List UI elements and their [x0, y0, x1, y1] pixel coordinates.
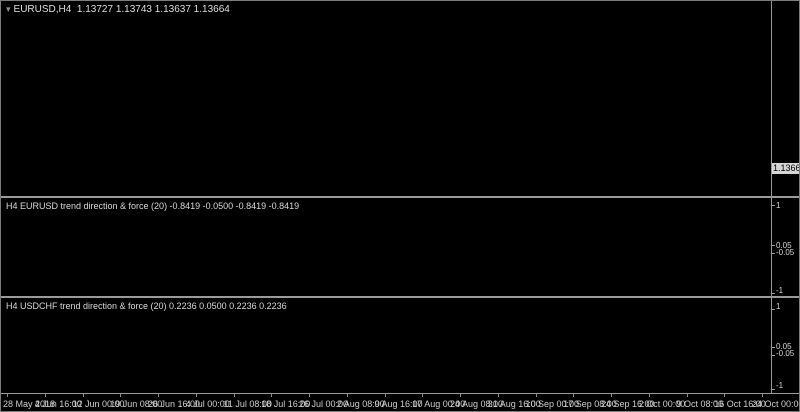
- chart-title-ohlc: 1.13727 1.13743 1.13637 1.13664: [76, 4, 230, 15]
- tick-mark: [497, 394, 499, 397]
- tick-mark: [762, 394, 763, 397]
- tick-mark: [271, 394, 273, 397]
- tick-mark: [771, 245, 775, 246]
- indicator-title-usdchf: H4 USDCHF trend direction & force (20) 0…: [6, 301, 287, 311]
- indicator-pane-usdchf-tdf[interactable]: [1, 298, 771, 393]
- tick-mark: [384, 394, 386, 397]
- tick-mark: [724, 394, 726, 397]
- tick-mark: [233, 394, 235, 397]
- tick-mark: [535, 394, 537, 397]
- tick-mark: [422, 394, 424, 397]
- indicator-scale-label: 1: [776, 201, 781, 210]
- indicator-scale-label: -1: [776, 286, 784, 295]
- tick-mark: [309, 394, 310, 397]
- time-axis-label: 24 Oct 00:00: [752, 399, 800, 409]
- tick-mark: [44, 394, 46, 397]
- indicator-canvas-eurusd[interactable]: [1, 198, 771, 296]
- chart-title: ▾ EURUSD,H4 1.13727 1.13743 1.13637 1.136…: [6, 4, 230, 15]
- symbol-marker-icon: ▾: [6, 4, 11, 14]
- chart-title-symbol: EURUSD,H4: [13, 4, 72, 15]
- pane-splitter[interactable]: [1, 196, 799, 198]
- tick-mark: [648, 394, 650, 397]
- indicator-scale-label: -0.05: [776, 349, 795, 358]
- indicator-scale-label: -0.05: [776, 248, 795, 257]
- tick-mark: [120, 394, 122, 397]
- indicator-scale-label: -1: [776, 381, 784, 390]
- tick-mark: [158, 394, 159, 397]
- tick-mark: [686, 394, 688, 397]
- tick-mark: [771, 293, 775, 294]
- price-scale-border: [771, 1, 772, 394]
- tick-mark: [7, 394, 8, 397]
- tick-mark: [611, 394, 612, 397]
- tick-mark: [771, 205, 775, 206]
- indicator-pane-eurusd-tdf[interactable]: [1, 198, 771, 296]
- chart-window: ▾ EURUSD,H4 1.13727 1.13743 1.13637 1.136…: [0, 0, 800, 412]
- tick-mark: [460, 394, 461, 397]
- indicator-title-eurusd: H4 EURUSD trend direction & force (20) -…: [6, 201, 300, 211]
- tick-mark: [195, 394, 197, 397]
- current-price-box: 1.13664: [772, 163, 799, 174]
- tick-mark: [771, 355, 775, 356]
- main-chart-pane[interactable]: [1, 1, 771, 196]
- tick-mark: [771, 389, 775, 390]
- main-chart-canvas[interactable]: [1, 1, 771, 196]
- tick-mark: [771, 253, 775, 254]
- indicator-scale-label: 1: [776, 302, 781, 311]
- tick-mark: [82, 394, 84, 397]
- tick-mark: [771, 347, 775, 348]
- pane-splitter[interactable]: [1, 296, 799, 298]
- tick-mark: [346, 394, 348, 397]
- tick-mark: [771, 309, 775, 310]
- indicator-canvas-usdchf[interactable]: [1, 298, 771, 393]
- tick-mark: [573, 394, 575, 397]
